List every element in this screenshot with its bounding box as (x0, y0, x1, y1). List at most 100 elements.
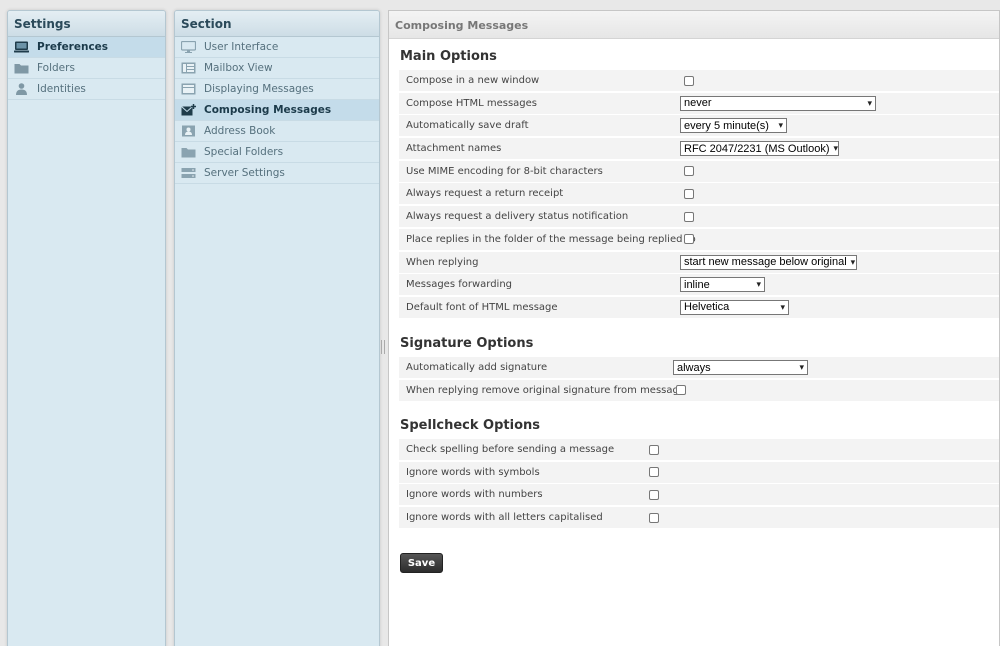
option-row-mime-encoding: Use MIME encoding for 8-bit characters (399, 160, 999, 182)
remove-signature-checkbox[interactable] (676, 385, 686, 396)
option-label: When replying (406, 256, 479, 268)
default-font-select[interactable]: Helvetica ▾ (680, 299, 789, 315)
section-item-special-folders[interactable]: Special Folders (175, 142, 379, 163)
section-item-label: Special Folders (204, 146, 284, 158)
option-row-compose-html: Compose HTML messages never ▾ (399, 92, 999, 114)
option-label: Attachment names (406, 143, 502, 155)
settings-item-preferences[interactable]: Preferences (8, 37, 165, 58)
option-row-messages-forwarding: Messages forwarding inline ▾ (399, 274, 999, 296)
compose-html-select[interactable]: never ▾ (680, 95, 876, 111)
return-receipt-checkbox[interactable] (684, 188, 694, 199)
section-item-address-book[interactable]: Address Book (175, 121, 379, 142)
page-title: Composing Messages (389, 11, 999, 39)
option-row-ignore-symbols: Ignore words with symbols (399, 461, 999, 483)
option-label: Ignore words with numbers (406, 489, 543, 501)
monitor-icon (181, 41, 196, 53)
ignore-capitalised-checkbox[interactable] (649, 512, 659, 523)
chevron-down-icon: ▾ (780, 301, 785, 312)
main-options-table: Compose in a new window Compose HTML mes… (399, 70, 999, 320)
option-row-attachment-names: Attachment names RFC 2047/2231 (MS Outlo… (399, 138, 999, 160)
option-label: Place replies in the folder of the messa… (406, 233, 696, 245)
section-item-mailbox-view[interactable]: Mailbox View (175, 58, 379, 79)
option-row-compose-new-window: Compose in a new window (399, 70, 999, 91)
messages-forwarding-select[interactable]: inline ▾ (680, 277, 765, 293)
settings-panel: Settings Preferences Folders Identities (7, 10, 166, 646)
section-item-label: Displaying Messages (204, 83, 314, 95)
panel-splitter[interactable] (381, 340, 385, 354)
option-label: When replying remove original signature … (406, 384, 686, 396)
ignore-symbols-checkbox[interactable] (649, 467, 659, 478)
replies-folder-checkbox[interactable] (684, 234, 694, 245)
option-label: Always request a return receipt (406, 188, 564, 200)
ignore-numbers-checkbox[interactable] (649, 489, 659, 500)
option-row-delivery-status: Always request a delivery status notific… (399, 206, 999, 228)
chevron-down-icon: ▾ (850, 256, 856, 267)
option-label: Check spelling before sending a message (406, 444, 615, 455)
autosave-draft-select[interactable]: every 5 minute(s) ▾ (680, 118, 787, 134)
settings-item-label: Preferences (37, 41, 109, 53)
option-label: Compose HTML messages (406, 97, 538, 109)
mime-encoding-checkbox[interactable] (684, 166, 694, 177)
option-row-ignore-numbers: Ignore words with numbers (399, 484, 999, 506)
section-item-server-settings[interactable]: Server Settings (175, 163, 379, 184)
address-book-icon (181, 125, 196, 137)
option-row-when-replying: When replying start new message below or… (399, 251, 999, 273)
option-row-ignore-capitalised: Ignore words with all letters capitalise… (399, 507, 999, 529)
select-value: Helvetica (684, 301, 730, 314)
chevron-down-icon: ▾ (778, 120, 783, 131)
option-row-remove-signature: When replying remove original signature … (399, 379, 999, 401)
select-value: inline (684, 278, 710, 291)
chevron-down-icon: ▾ (799, 362, 804, 372)
check-spelling-checkbox[interactable] (649, 444, 659, 455)
section-item-label: Address Book (204, 125, 276, 137)
settings-item-identities[interactable]: Identities (8, 79, 165, 100)
auto-signature-select[interactable]: always ▾ (673, 360, 808, 375)
compose-new-window-checkbox[interactable] (684, 75, 694, 86)
settings-panel-title: Settings (8, 11, 165, 37)
section-item-label: Composing Messages (204, 104, 332, 116)
message-display-icon (181, 83, 196, 95)
option-row-autosave-draft: Automatically save draft every 5 minute(… (399, 115, 999, 137)
attachment-names-select[interactable]: RFC 2047/2231 (MS Outlook) ▾ (680, 141, 839, 157)
settings-item-folders[interactable]: Folders (8, 58, 165, 79)
delivery-status-checkbox[interactable] (684, 211, 694, 222)
option-label: Compose in a new window (406, 75, 540, 86)
section-item-label: Server Settings (204, 167, 285, 179)
person-icon (14, 83, 29, 95)
option-row-default-font: Default font of HTML message Helvetica ▾ (399, 296, 999, 318)
option-label: Default font of HTML message (406, 301, 558, 313)
spellcheck-options-title: Spellcheck Options (400, 418, 541, 433)
option-row-return-receipt: Always request a return receipt (399, 183, 999, 205)
select-value: never (684, 97, 712, 110)
option-row-auto-signature: Automatically add signature always ▾ (399, 357, 999, 378)
section-panel: Section User Interface Mailbox View Disp… (174, 10, 380, 646)
section-item-label: User Interface (204, 41, 279, 53)
section-item-composing-messages[interactable]: Composing Messages (175, 100, 379, 121)
folder-icon (14, 62, 29, 74)
compose-mail-icon (181, 104, 196, 116)
computer-icon (14, 41, 29, 53)
option-row-replies-folder: Place replies in the folder of the messa… (399, 228, 999, 250)
signature-options-title: Signature Options (400, 336, 534, 351)
save-button[interactable]: Save (400, 553, 443, 573)
option-label: Automatically save draft (406, 120, 529, 132)
select-value: RFC 2047/2231 (MS Outlook) (684, 142, 830, 155)
option-label: Use MIME encoding for 8-bit characters (406, 165, 603, 177)
option-label: Ignore words with symbols (406, 466, 540, 478)
section-panel-title: Section (175, 11, 379, 37)
folder-icon (181, 146, 196, 158)
option-row-check-spelling: Check spelling before sending a message (399, 439, 999, 460)
chevron-down-icon: ▾ (756, 279, 761, 290)
main-panel: Composing Messages Main Options Compose … (388, 10, 1000, 646)
select-value: every 5 minute(s) (684, 119, 769, 132)
signature-options-table: Automatically add signature always ▾ Whe… (399, 357, 999, 402)
option-label: Automatically add signature (406, 362, 548, 373)
when-replying-select[interactable]: start new message below original ▾ (680, 254, 857, 270)
option-label: Messages forwarding (406, 279, 513, 291)
chevron-down-icon: ▾ (833, 143, 839, 154)
section-item-user-interface[interactable]: User Interface (175, 37, 379, 58)
chevron-down-icon: ▾ (867, 97, 872, 108)
section-item-displaying-messages[interactable]: Displaying Messages (175, 79, 379, 100)
select-value: always (677, 361, 711, 374)
settings-item-label: Folders (37, 62, 75, 74)
